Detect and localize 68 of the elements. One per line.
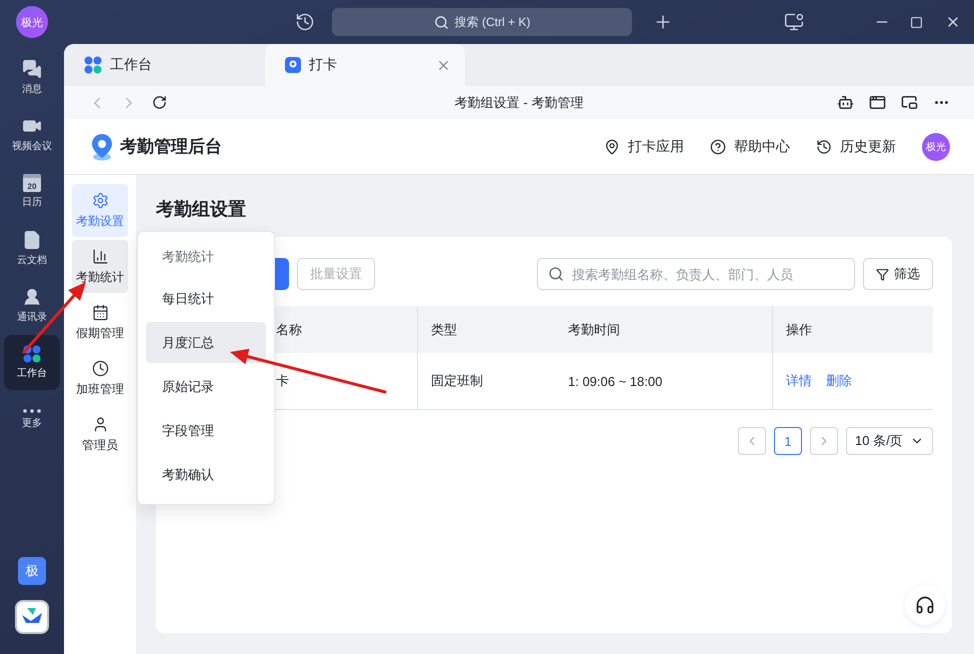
section-title: 考勤组设置 [156,198,247,221]
table-cell: 1: 09:06 ~ 18:00 [555,353,772,410]
filter-button[interactable]: 筛选 [863,258,933,290]
apps-grid-icon [84,56,102,74]
contact-icon [22,287,42,307]
browser-tab[interactable]: 打卡 [265,44,465,86]
column-header: 操作 [772,306,933,353]
help-icon [710,138,726,154]
sidebar-item[interactable]: 视频会议 [4,107,60,162]
sidebar-item[interactable]: 20 日历 [4,164,60,219]
page-size-select[interactable]: 10 条/页 [846,427,933,455]
document-icon [22,230,42,250]
nav-item[interactable]: 假期管理 [72,296,128,349]
filter-icon [876,268,889,280]
search-label: 搜索 (Ctrl + K) [454,14,530,30]
header-link[interactable]: 帮助中心 [710,138,790,156]
headset-icon [915,595,935,615]
sidebar-item[interactable]: 消息 [4,50,60,105]
page-button[interactable]: 1 [774,427,802,455]
menu-heading: 考勤统计 [161,248,215,266]
more-icon [23,409,41,413]
user-avatar[interactable]: 极光 [16,6,48,38]
apps-grid-icon [23,345,41,363]
robot-icon[interactable] [837,94,854,111]
history-icon [816,138,832,154]
location-app-icon [285,57,301,73]
app-logo-icon[interactable] [15,600,49,634]
action-link[interactable]: 详情 [786,372,812,390]
location-pin-icon [604,138,620,154]
table-cell: 固定班制 [417,353,555,410]
page-title: 考勤组设置 - 考勤管理 [454,94,584,112]
search-field[interactable]: 搜索 (Ctrl + K) [332,8,632,36]
workspace-badge[interactable]: 极 [18,557,46,585]
gear-icon [92,192,108,208]
app-title: 考勤管理后台 [120,136,222,158]
window-icon[interactable] [869,94,886,111]
sidebar-item[interactable]: 更多 [4,392,60,447]
menu-item[interactable]: 考勤确认 [146,454,266,495]
maximize-icon[interactable] [910,16,923,28]
nav-item[interactable]: 考勤设置 [72,184,128,237]
calendar-icon: 20 [23,174,41,192]
clock-icon [92,360,108,376]
nav-item[interactable]: 考勤统计 [72,240,128,293]
menu-item[interactable]: 月度汇总 [146,322,266,363]
header-link[interactable]: 历史更新 [816,138,896,156]
bar-chart-icon [92,248,108,264]
history-icon[interactable] [295,12,315,32]
notification-icon[interactable] [784,12,804,32]
search-icon [434,14,449,30]
column-header: 考勤时间 [555,306,772,353]
calendar-icon [92,304,108,320]
sidebar-item[interactable]: 通讯录 [4,278,60,333]
header-link[interactable]: 打卡应用 [604,138,684,156]
nav-item[interactable]: 加班管理 [72,352,128,405]
location-logo-icon [90,132,114,160]
menu-item[interactable]: 字段管理 [146,410,266,451]
browser-tab[interactable]: 工作台 [64,44,264,86]
action-link[interactable]: 删除 [826,372,852,390]
sidebar-item[interactable]: 云文档 [4,221,60,276]
user-avatar[interactable]: 极光 [922,132,950,160]
search-icon [548,266,564,282]
chat-bubbles-icon [22,59,42,79]
sidebar-item[interactable]: 工作台 [4,335,60,390]
pop-out-icon[interactable] [901,94,918,111]
refresh-icon[interactable] [152,95,167,110]
nav-item[interactable]: 管理员 [72,408,128,461]
column-header: 类型 [417,306,555,353]
search-field[interactable]: 搜索考勤组名称、负责人、部门、人员 [537,258,855,290]
